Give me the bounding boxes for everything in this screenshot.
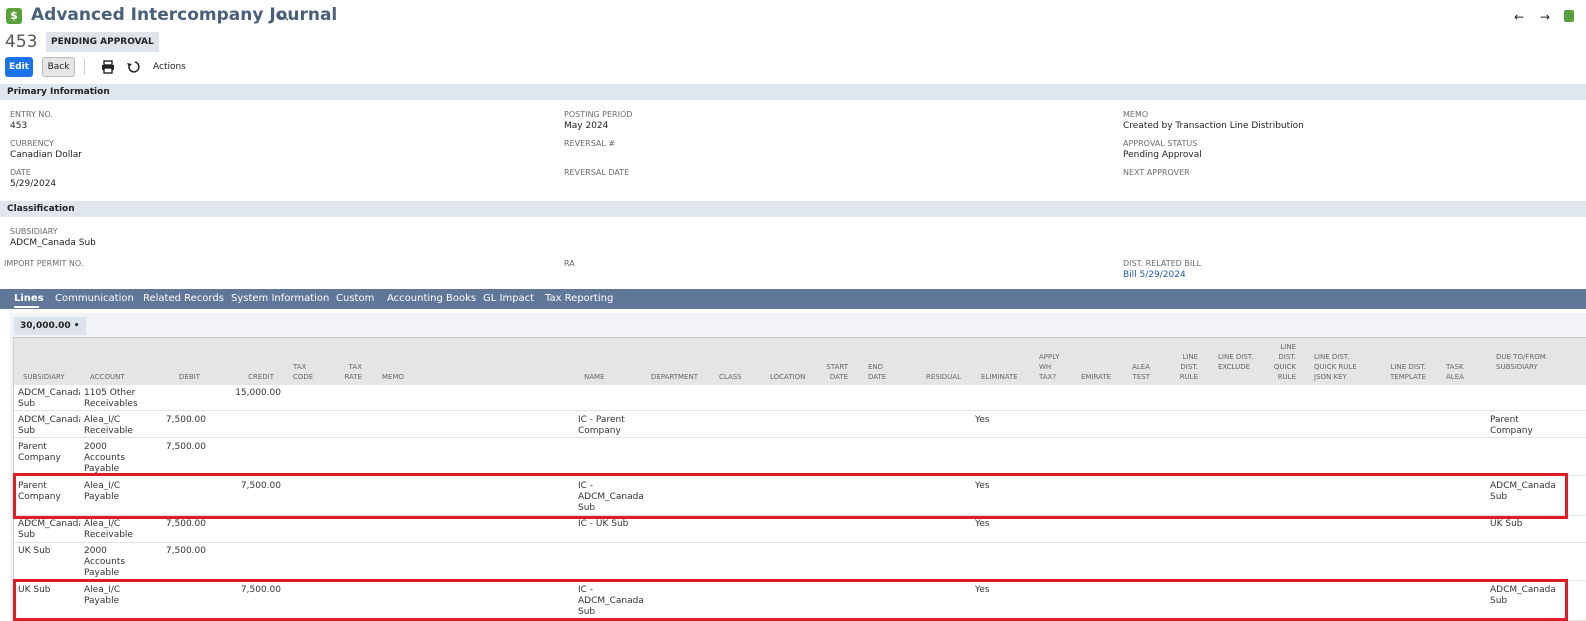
col-alea-test[interactable]: ALEA TEST	[1126, 362, 1150, 382]
reversal-date-label: REVERSAL DATE	[564, 168, 630, 177]
date-label: DATE	[10, 168, 31, 177]
reversal-label: REVERSAL #	[564, 139, 616, 148]
col-name[interactable]: NAME	[584, 372, 605, 382]
tab-system-information[interactable]: System Information	[231, 293, 329, 304]
cell-subsidiary: ADCM_Canada Sub	[18, 388, 80, 409]
memo-value: Created by Transaction Line Distribution	[1123, 121, 1304, 131]
table-row[interactable]	[14, 438, 1586, 476]
cell-debit: 7,500.00	[165, 442, 206, 452]
cell-account-link[interactable]: 2000 Accounts Payable	[84, 546, 136, 579]
status-badge: PENDING APPROVAL	[46, 32, 159, 52]
col-line-dist-template[interactable]: LINE DIST. TEMPLATE	[1384, 362, 1426, 382]
highlight-box	[13, 579, 1568, 621]
table-row[interactable]	[14, 543, 1586, 581]
next-approver-label: NEXT APPROVER	[1123, 168, 1190, 177]
currency-label: CURRENCY	[10, 139, 54, 148]
cell-account-link[interactable]: 1105 Other Receivables	[84, 388, 140, 410]
col-due-to-from-subsidiary[interactable]: DUE TO/FROM SUBSIDIARY	[1496, 352, 1552, 372]
tab-custom[interactable]: Custom	[336, 293, 374, 304]
cell-name-link[interactable]: IC - Parent Company	[578, 415, 644, 437]
date-value: 5/29/2024	[10, 179, 57, 189]
edit-button[interactable]: Edit	[5, 57, 33, 77]
download-icon[interactable]	[126, 60, 140, 74]
search-icon[interactable]	[278, 10, 289, 21]
col-line-dist-rule[interactable]: LINE DIST. RULE	[1174, 352, 1198, 382]
currency-value: Canadian Dollar	[10, 150, 82, 160]
col-debit[interactable]: DEBIT	[160, 372, 200, 382]
col-location[interactable]: LOCATION	[770, 372, 805, 382]
cell-due-to-from: Parent Company	[1490, 415, 1533, 436]
col-department[interactable]: DEPARTMENT	[651, 372, 698, 382]
cell-account-link[interactable]: Alea_I/C Receivable	[84, 415, 140, 437]
posting-period-value: May 2024	[564, 121, 609, 131]
back-button[interactable]: Back	[42, 57, 75, 77]
cell-subsidiary: UK Sub	[18, 546, 51, 556]
col-residual[interactable]: RESIDUAL	[921, 372, 961, 382]
cell-subsidiary: ADCM_Canada Sub	[18, 519, 80, 540]
table-row[interactable]	[14, 411, 1586, 438]
memo-label: MEMO	[1123, 110, 1149, 119]
col-tax-rate[interactable]: TAX RATE	[336, 362, 362, 382]
approval-status-value: Pending Approval	[1123, 150, 1202, 160]
lines-total: 30,000.00 •	[14, 317, 86, 335]
subsidiary-value: ADCM_Canada Sub	[10, 238, 96, 248]
dist-related-bill-label: DIST. RELATED BILL	[1123, 259, 1202, 268]
approval-status-label: APPROVAL STATUS	[1123, 139, 1198, 148]
highlight-box	[13, 473, 1568, 519]
col-end-date[interactable]: END DATE	[868, 362, 890, 382]
cell-eliminate: Yes	[975, 519, 990, 529]
cell-account-link[interactable]: 2000 Accounts Payable	[84, 442, 136, 475]
arrow-left-icon[interactable]: ←	[1514, 10, 1524, 24]
col-line-dist-quick-rule-json-key[interactable]: LINE DIST. QUICK RULE JSON KEY	[1314, 352, 1360, 382]
arrow-right-icon[interactable]: →	[1540, 10, 1550, 24]
col-apply-wh-tax[interactable]: APPLY WH TAX?	[1039, 352, 1063, 382]
tab-communication[interactable]: Communication	[55, 293, 134, 304]
col-eliminate[interactable]: ELIMINATE	[981, 372, 1018, 382]
page-title: Advanced Intercompany Journal	[31, 5, 338, 25]
tab-lines[interactable]: Lines	[14, 293, 44, 304]
posting-period-label: POSTING PERIOD	[564, 110, 633, 119]
entry-number: 453	[5, 32, 38, 52]
cell-credit: 15,000.00	[235, 388, 281, 398]
actions-menu[interactable]: Actions	[153, 62, 186, 72]
cell-debit: 7,500.00	[165, 546, 206, 556]
tab-gl-impact[interactable]: GL Impact	[483, 293, 534, 304]
toolbar-divider	[84, 59, 85, 75]
print-icon[interactable]	[101, 60, 115, 74]
dollar-icon: $	[6, 8, 22, 24]
col-start-date[interactable]: START DATE	[824, 362, 848, 382]
entry-no-value: 453	[10, 121, 28, 131]
cell-name-link[interactable]: IC - UK Sub	[578, 519, 644, 530]
table-row[interactable]	[14, 516, 1586, 543]
cell-subsidiary: ADCM_Canada Sub	[18, 415, 80, 436]
ra-label: RA	[564, 259, 575, 268]
cell-subsidiary: Parent Company	[18, 442, 61, 463]
cell-debit: 7,500.00	[165, 415, 206, 425]
tab-tax-reporting[interactable]: Tax Reporting	[545, 293, 613, 304]
col-line-dist-quick-rule[interactable]: LINE DIST. QUICK RULE	[1266, 342, 1296, 382]
cell-eliminate: Yes	[975, 415, 990, 425]
entry-no-label: ENTRY NO.	[10, 110, 53, 119]
col-credit[interactable]: CREDIT	[234, 372, 274, 382]
col-line-dist-exclude[interactable]: LINE DIST. EXCLUDE	[1218, 352, 1254, 372]
col-account[interactable]: ACCOUNT	[90, 372, 125, 382]
import-permit-label: IMPORT PERMIT NO.	[4, 259, 84, 268]
col-class[interactable]: CLASS	[719, 372, 742, 382]
cell-account-link[interactable]: Alea_I/C Receivable	[84, 519, 140, 541]
active-tab-indicator	[14, 306, 39, 308]
col-tax-code[interactable]: TAX CODE	[293, 362, 317, 382]
subsidiary-label: SUBSIDIARY	[10, 227, 58, 236]
cell-due-to-from: UK Sub	[1490, 519, 1523, 529]
col-memo[interactable]: MEMO	[382, 372, 404, 382]
tab-related-records[interactable]: Related Records	[143, 293, 224, 304]
col-emirate[interactable]: EMIRATE	[1081, 372, 1111, 382]
app-icon[interactable]	[1564, 10, 1574, 22]
col-subsidiary[interactable]: SUBSIDIARY	[23, 372, 65, 382]
tab-accounting-books[interactable]: Accounting Books	[387, 293, 476, 304]
col-task-alea[interactable]: TASK ALEA	[1446, 362, 1468, 382]
classification-header[interactable]: Classification	[0, 201, 1586, 217]
cell-debit: 7,500.00	[165, 519, 206, 529]
primary-information-header[interactable]: Primary Information	[0, 84, 1586, 100]
dist-related-bill-link[interactable]: Bill 5/29/2024	[1123, 270, 1186, 280]
